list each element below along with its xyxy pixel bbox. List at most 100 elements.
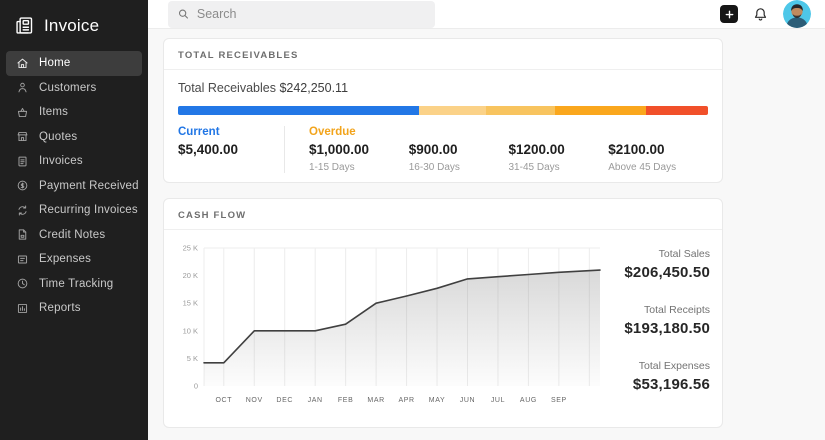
svg-text:MAY: MAY <box>429 397 445 404</box>
app-logo[interactable]: Invoice <box>0 0 148 49</box>
search-box[interactable] <box>168 1 435 28</box>
stat-amount: $1,000.00 <box>309 142 409 160</box>
dashboard-content: TOTAL RECEIVABLES Total Receivables $242… <box>148 29 825 440</box>
card-header: CASH FLOW <box>164 199 722 230</box>
svg-text:20 K: 20 K <box>183 271 198 280</box>
stat-overdue-16-30: $900.00 16-30 Days <box>409 126 509 173</box>
invoice-doc-icon <box>16 155 29 168</box>
cash-flow-totals: Total Sales $206,450.50 Total Receipts $… <box>606 240 710 421</box>
sidebar-item-customers[interactable]: Customers <box>6 76 142 101</box>
sidebar-item-label: Payment Received <box>39 180 139 192</box>
sidebar-item-label: Reports <box>39 302 81 314</box>
stat-label: Overdue <box>309 126 409 142</box>
stat-label <box>608 126 708 142</box>
sidebar-item-label: Expenses <box>39 253 91 265</box>
card-title: TOTAL RECEIVABLES <box>178 50 299 61</box>
sidebar-item-items[interactable]: Items <box>6 100 142 125</box>
sidebar-item-credit-notes[interactable]: Credit Notes <box>6 223 142 248</box>
stat-sublabel: 16-30 Days <box>409 162 509 173</box>
card-header: TOTAL RECEIVABLES <box>164 39 722 70</box>
svg-text:APR: APR <box>398 397 414 404</box>
clock-icon <box>16 277 29 290</box>
sidebar-item-payment-received[interactable]: Payment Received <box>6 174 142 199</box>
stat-sublabel: Above 45 Days <box>608 162 708 173</box>
home-icon <box>16 57 29 70</box>
svg-text:25 K: 25 K <box>183 244 198 253</box>
stat-overdue-31-45: $1200.00 31-45 Days <box>509 126 609 173</box>
sidebar: Invoice Home Customers Items <box>0 0 148 440</box>
sidebar-nav: Home Customers Items Quotes <box>0 49 148 323</box>
stat-label <box>409 126 509 142</box>
plus-icon <box>724 9 735 20</box>
stat-overdue-above-45: $2100.00 Above 45 Days <box>608 126 708 173</box>
receivables-summary: Total Receivables $242,250.11 <box>178 81 708 95</box>
stat-amount: $1200.00 <box>509 142 609 160</box>
svg-text:JUN: JUN <box>460 397 475 404</box>
sidebar-item-label: Customers <box>39 82 96 94</box>
stat-sublabel: 1-15 Days <box>309 162 409 173</box>
avatar-image <box>783 0 811 28</box>
notifications-button[interactable] <box>752 6 769 23</box>
quick-add-button[interactable] <box>720 5 738 23</box>
total-sales: Total Sales $206,450.50 <box>606 248 710 281</box>
aging-bar[interactable] <box>178 106 708 115</box>
aging-bar-segment <box>486 106 555 115</box>
stat-amount: $900.00 <box>409 142 509 160</box>
basket-icon <box>16 106 29 119</box>
search-icon <box>177 7 190 21</box>
svg-text:15 K: 15 K <box>183 299 198 308</box>
svg-text:5 K: 5 K <box>187 354 198 363</box>
total-label: Total Receipts <box>606 304 710 316</box>
user-avatar[interactable] <box>783 0 811 28</box>
total-label: Total Expenses <box>606 360 710 372</box>
search-input[interactable] <box>197 7 426 21</box>
aging-stats-row: Current $5,400.00 Overdue $1,000.00 1-15… <box>178 126 708 173</box>
sidebar-item-expenses[interactable]: Expenses <box>6 247 142 272</box>
aging-bar-segment <box>646 106 707 115</box>
topbar-actions <box>720 0 811 28</box>
stat-label: Current <box>178 126 284 142</box>
sidebar-item-label: Quotes <box>39 131 77 143</box>
total-amount: $53,196.56 <box>606 376 710 393</box>
recurring-icon <box>16 204 29 217</box>
expenses-icon <box>16 253 29 266</box>
sidebar-item-invoices[interactable]: Invoices <box>6 149 142 174</box>
svg-text:MAR: MAR <box>367 397 384 404</box>
sidebar-item-quotes[interactable]: Quotes <box>6 125 142 150</box>
stat-label <box>509 126 609 142</box>
sidebar-item-time-tracking[interactable]: Time Tracking <box>6 272 142 297</box>
cash-flow-chart[interactable]: 25 K20 K15 K10 K5 K0OCTNOVDECJANFEBMARAP… <box>174 240 606 421</box>
coin-icon <box>16 179 29 192</box>
sidebar-item-reports[interactable]: Reports <box>6 296 142 321</box>
storefront-icon <box>16 130 29 143</box>
bell-icon <box>752 6 769 23</box>
sidebar-item-label: Invoices <box>39 155 83 167</box>
stat-amount: $2100.00 <box>608 142 708 160</box>
app-title: Invoice <box>44 16 99 36</box>
sidebar-item-label: Items <box>39 106 68 118</box>
total-receipts: Total Receipts $193,180.50 <box>606 304 710 337</box>
bar-chart-icon <box>16 302 29 315</box>
stat-overdue-1-15: Overdue $1,000.00 1-15 Days <box>309 126 409 173</box>
aging-bar-segment <box>178 106 419 115</box>
sidebar-item-home[interactable]: Home <box>6 51 142 76</box>
cash-flow-card: CASH FLOW 25 K20 K15 K10 K5 K0OCTNOVDECJ… <box>163 198 723 428</box>
total-amount: $193,180.50 <box>606 320 710 337</box>
svg-text:10 K: 10 K <box>183 326 198 335</box>
svg-text:AUG: AUG <box>520 397 537 404</box>
stat-sublabel: 31-45 Days <box>509 162 609 173</box>
customers-icon <box>16 81 29 94</box>
sidebar-item-recurring-invoices[interactable]: Recurring Invoices <box>6 198 142 223</box>
total-expenses: Total Expenses $53,196.56 <box>606 360 710 393</box>
sidebar-item-label: Time Tracking <box>39 278 113 290</box>
svg-text:JAN: JAN <box>308 397 323 404</box>
sidebar-item-label: Home <box>39 57 70 69</box>
total-receivables-card: TOTAL RECEIVABLES Total Receivables $242… <box>163 38 723 183</box>
invoice-logo-icon <box>14 15 35 36</box>
aging-bar-segment <box>419 106 486 115</box>
svg-text:JUL: JUL <box>491 397 505 404</box>
sidebar-item-label: Credit Notes <box>39 229 105 241</box>
top-bar <box>148 0 825 29</box>
app-window: Invoice Home Customers Items <box>0 0 825 440</box>
sidebar-item-label: Recurring Invoices <box>39 204 138 216</box>
